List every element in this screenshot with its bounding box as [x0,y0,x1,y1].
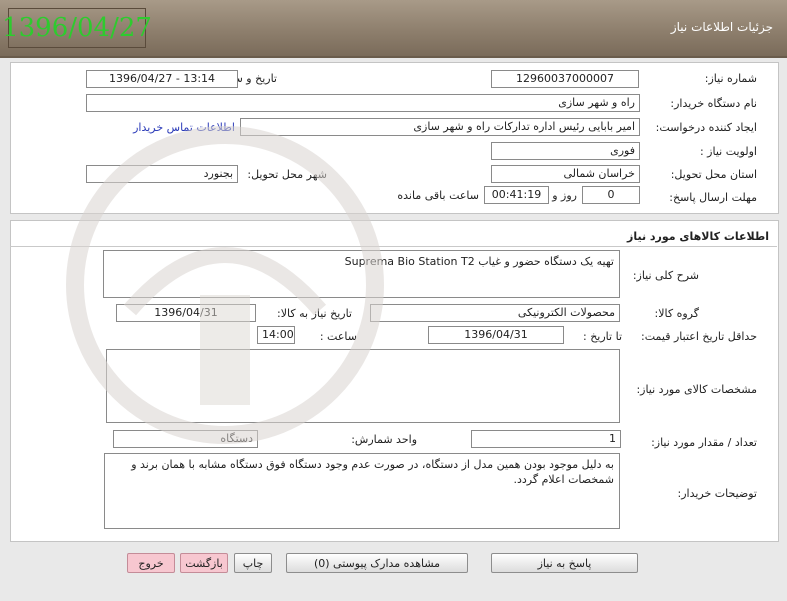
goods-section-title: اطلاعات کالاهای مورد نیاز [627,230,769,243]
need-date-label: تاریخ نیاز به کالا: [277,307,352,320]
days-field: 0 [582,186,640,204]
reply-button[interactable]: پاسخ به نیاز [491,553,638,573]
priority-label: اولویت نیاز : [699,145,757,158]
need-number-label: شماره نیاز: [704,72,757,85]
buyer-field: راه و شهر سازی [86,94,640,112]
buyer-notes-label: توضیحات خریدار: [677,487,758,500]
need-number-field: 12960037000007 [491,70,639,88]
desc-label: شرح کلی نیاز: [632,269,699,282]
header-date: 1396/04/27 [2,8,152,48]
need-date-field: 1396/04/31 [116,304,256,322]
buyer-notes-textarea[interactable]: به دلیل موجود بودن همین مدل از دستگاه، د… [104,453,620,529]
unit-label: واحد شمارش: [351,433,417,446]
until-date-field: 1396/04/31 [428,326,564,344]
creator-label: ایجاد کننده درخواست: [655,121,757,134]
remaining-label: ساعت باقی مانده [397,189,479,202]
attachments-button[interactable]: مشاهده مدارک پیوستی (0) [286,553,468,573]
qty-field: 1 [471,430,621,448]
print-button[interactable]: چاپ [234,553,272,573]
remaining-time-field: 00:41:19 [484,186,549,204]
hour-field: 14:00 [257,326,295,344]
city-label: شهر محل تحویل: [247,168,327,181]
specs-textarea[interactable] [106,349,620,423]
page-title: جزئیات اطلاعات نیاز [670,20,773,34]
desc-textarea[interactable]: تهیه یک دستگاه حضور و غیاب Suprema Bio S… [103,250,620,298]
province-label: استان محل تحویل: [670,168,757,181]
contact-buyer-link[interactable]: اطلاعات تماس خریدار [133,121,235,134]
province-field: خراسان شمالی [491,165,640,183]
city-field: بجنورد [86,165,238,183]
announce-field: 1396/04/27 - 13:14 [86,70,238,88]
qty-label: تعداد / مقدار مورد نیاز: [651,436,757,449]
group-label: گروه کالا: [654,307,699,320]
back-button[interactable]: بازگشت [180,553,228,573]
days-label: روز و [552,189,577,202]
priority-field: فوری [491,142,640,160]
section-divider [10,246,777,247]
deadline-label: مهلت ارسال پاسخ: [669,191,757,204]
exit-button[interactable]: خروج [127,553,175,573]
until-date-label: تا تاریخ : [583,330,622,343]
unit-field: دستگاه [113,430,258,448]
min-validity-label: حداقل تاریخ اعتبار قیمت: [641,330,757,343]
hour-label: ساعت : [319,330,357,343]
creator-field: امیر بابایی رئیس اداره تدارکات راه و شهر… [240,118,640,136]
buyer-label: نام دستگاه خریدار: [670,97,757,110]
specs-label: مشخصات کالای مورد نیاز: [636,383,757,396]
group-field: محصولات الکترونیکی [370,304,620,322]
